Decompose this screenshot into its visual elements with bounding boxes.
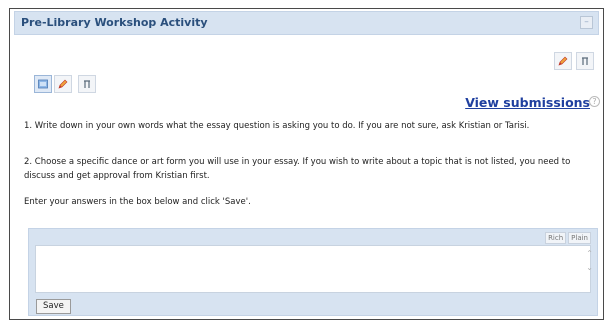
- pencil-icon: [558, 56, 568, 66]
- activity-title: Pre-Library Workshop Activity: [21, 16, 208, 29]
- scroll-down-icon[interactable]: ⌄: [586, 263, 593, 272]
- view-submissions-link[interactable]: View submissions: [465, 95, 590, 110]
- image-icon[interactable]: [34, 75, 52, 93]
- pencil-icon: [58, 79, 68, 89]
- rich-mode-button[interactable]: Rich: [545, 232, 567, 244]
- help-icon[interactable]: ?: [589, 96, 600, 107]
- answer-editor: Rich Plain ⌃ ⌄ Save: [28, 228, 598, 316]
- collapse-icon[interactable]: –: [580, 16, 593, 29]
- scroll-up-icon[interactable]: ⌃: [586, 249, 593, 258]
- tool-icon: [84, 80, 90, 88]
- plain-mode-button[interactable]: Plain: [568, 232, 591, 244]
- instruction-2: 2. Choose a specific dance or art form y…: [24, 157, 571, 181]
- pencil-icon[interactable]: [554, 52, 572, 70]
- tool-icon: [582, 57, 588, 65]
- instruction-1: 1. Write down in your own words what the…: [24, 121, 530, 131]
- tool-icon[interactable]: [576, 52, 594, 70]
- save-button[interactable]: Save: [36, 299, 71, 314]
- editor-mode-toggle: Rich Plain: [545, 232, 591, 244]
- image-icon: [38, 79, 48, 89]
- pencil-icon[interactable]: [54, 75, 72, 93]
- activity-header: Pre-Library Workshop Activity –: [14, 11, 599, 35]
- answer-textarea[interactable]: [35, 245, 591, 293]
- tool-icon[interactable]: [78, 75, 96, 93]
- instruction-3: Enter your answers in the box below and …: [24, 197, 251, 207]
